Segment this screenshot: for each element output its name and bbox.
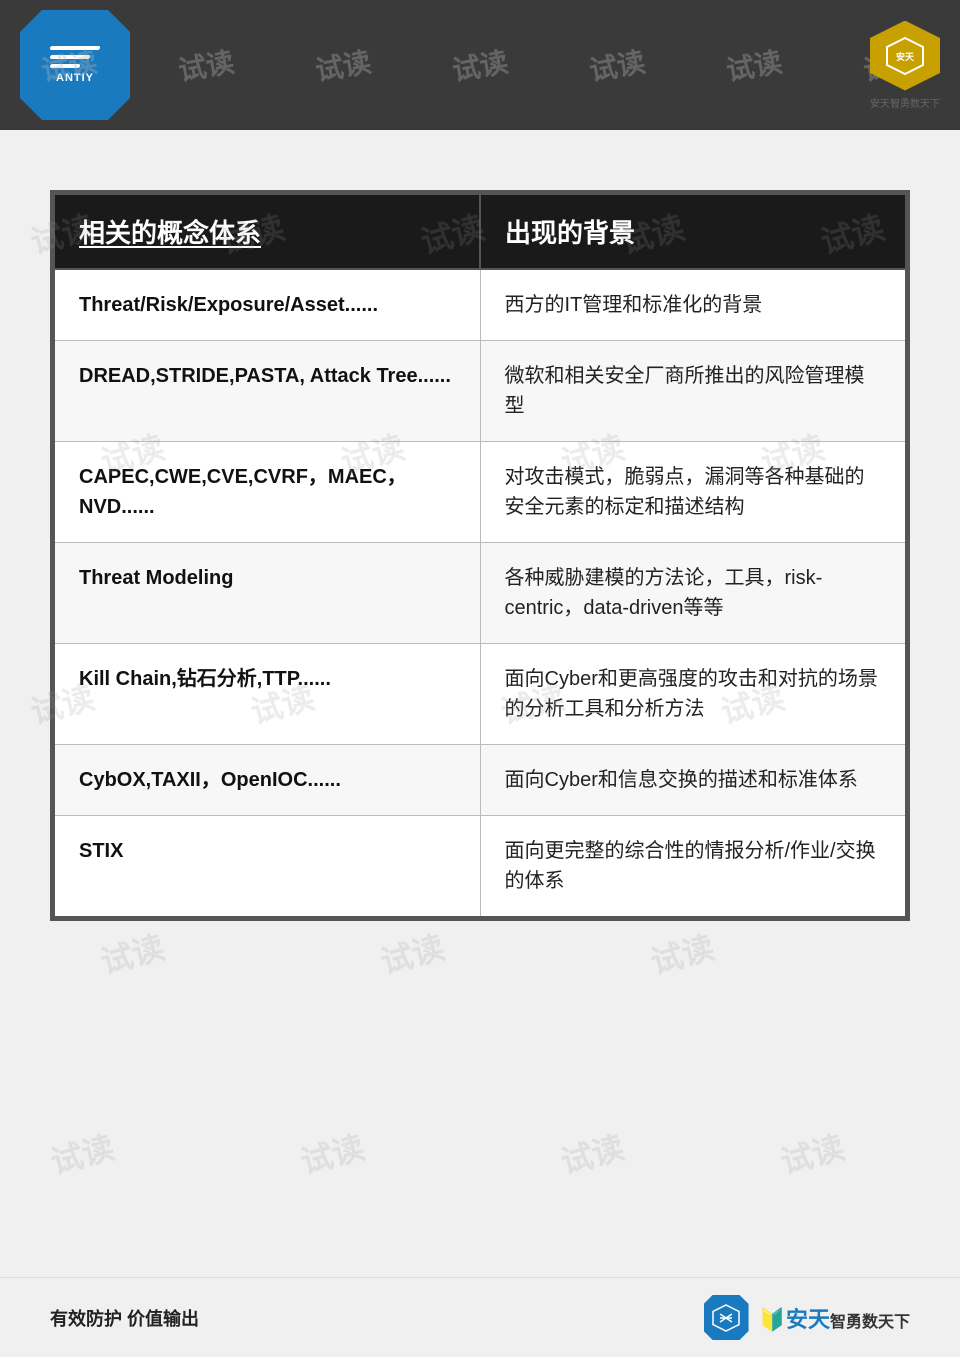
table-row: Kill Chain,钻石分析,TTP......面向Cyber和更高强度的攻击… <box>54 644 906 745</box>
table-cell-left-1: DREAD,STRIDE,PASTA, Attack Tree...... <box>54 341 480 442</box>
table-cell-left-2: CAPEC,CWE,CVE,CVRF，MAEC，NVD...... <box>54 442 480 543</box>
table-cell-left-5: CybOX,TAXII，OpenIOC...... <box>54 745 480 816</box>
body-wm-17: 试读 <box>45 1122 119 1183</box>
footer-brand-main: 🔰安天 <box>759 1307 830 1332</box>
table-cell-right-6: 面向更完整的综合性的情报分析/作业/交换的体系 <box>480 816 906 918</box>
table-body: Threat/Risk/Exposure/Asset......西方的IT管理和… <box>54 269 906 917</box>
table-cell-left-0: Threat/Risk/Exposure/Asset...... <box>54 269 480 341</box>
table-row: Threat Modeling各种威胁建模的方法论，工具，risk-centri… <box>54 543 906 644</box>
table-cell-left-6: STIX <box>54 816 480 918</box>
header-wm-3: 试读 <box>312 40 374 89</box>
footer: 有效防护 价值输出 🔰安天智勇数天下 <box>0 1277 960 1357</box>
header: ANTIY 试读 试读 试读 试读 试读 试读 试读 安天 安天智勇数天下 <box>0 0 960 130</box>
header-wm-2: 试读 <box>175 40 237 89</box>
table-cell-right-1: 微软和相关安全厂商所推出的风险管理模型 <box>480 341 906 442</box>
footer-brand-sub: 智勇数天下 <box>830 1314 910 1331</box>
header-badge: 安天 安天智勇数天下 <box>870 21 940 110</box>
footer-left-text: 有效防护 价值输出 <box>50 1305 199 1331</box>
header-wm-6: 试读 <box>723 40 785 89</box>
logo-lines <box>50 46 100 68</box>
footer-brand: 🔰安天智勇数天下 <box>759 1302 910 1334</box>
table-row: STIX面向更完整的综合性的情报分析/作业/交换的体系 <box>54 816 906 918</box>
body-wm-19: 试读 <box>555 1122 629 1183</box>
main-content: 相关的概念体系 出现的背景 Threat/Risk/Exposure/Asset… <box>0 130 960 961</box>
badge-icon: 安天 <box>885 36 925 76</box>
table-wrapper: 相关的概念体系 出现的背景 Threat/Risk/Exposure/Asset… <box>50 190 910 921</box>
table-row: CybOX,TAXII，OpenIOC......面向Cyber和信息交换的描述… <box>54 745 906 816</box>
col2-header: 出现的背景 <box>480 194 906 269</box>
body-wm-18: 试读 <box>295 1122 369 1183</box>
table-cell-right-4: 面向Cyber和更高强度的攻击和对抗的场景的分析工具和分析方法 <box>480 644 906 745</box>
header-wm-4: 试读 <box>449 40 511 89</box>
table-row: DREAD,STRIDE,PASTA, Attack Tree......微软和… <box>54 341 906 442</box>
table-cell-right-2: 对攻击模式，脆弱点，漏洞等各种基础的安全元素的标定和描述结构 <box>480 442 906 543</box>
logo-line-2 <box>49 55 90 59</box>
table-cell-left-3: Threat Modeling <box>54 543 480 644</box>
main-table: 相关的概念体系 出现的背景 Threat/Risk/Exposure/Asset… <box>53 193 907 918</box>
footer-logo <box>704 1295 749 1340</box>
table-row: Threat/Risk/Exposure/Asset......西方的IT管理和… <box>54 269 906 341</box>
logo: ANTIY <box>20 10 130 120</box>
table-cell-right-3: 各种威胁建模的方法论，工具，risk-centric，data-driven等等 <box>480 543 906 644</box>
badge-text: 安天智勇数天下 <box>870 95 940 110</box>
table-cell-right-0: 西方的IT管理和标准化的背景 <box>480 269 906 341</box>
table-row: CAPEC,CWE,CVE,CVRF，MAEC，NVD......对攻击模式，脆… <box>54 442 906 543</box>
footer-right: 🔰安天智勇数天下 <box>704 1295 910 1340</box>
header-watermarks: 试读 试读 试读 试读 试读 试读 试读 <box>0 0 960 130</box>
svg-text:安天: 安天 <box>896 51 915 62</box>
table-header-row: 相关的概念体系 出现的背景 <box>54 194 906 269</box>
table-cell-left-4: Kill Chain,钻石分析,TTP...... <box>54 644 480 745</box>
header-wm-5: 试读 <box>586 40 648 89</box>
logo-text: ANTIY <box>56 72 94 84</box>
col1-header: 相关的概念体系 <box>54 194 480 269</box>
table-cell-right-5: 面向Cyber和信息交换的描述和标准体系 <box>480 745 906 816</box>
footer-logo-icon <box>712 1304 740 1332</box>
logo-line-3 <box>49 64 80 68</box>
logo-line-1 <box>49 46 100 50</box>
body-wm-20: 试读 <box>775 1122 849 1183</box>
badge-logo: 安天 <box>870 21 940 91</box>
